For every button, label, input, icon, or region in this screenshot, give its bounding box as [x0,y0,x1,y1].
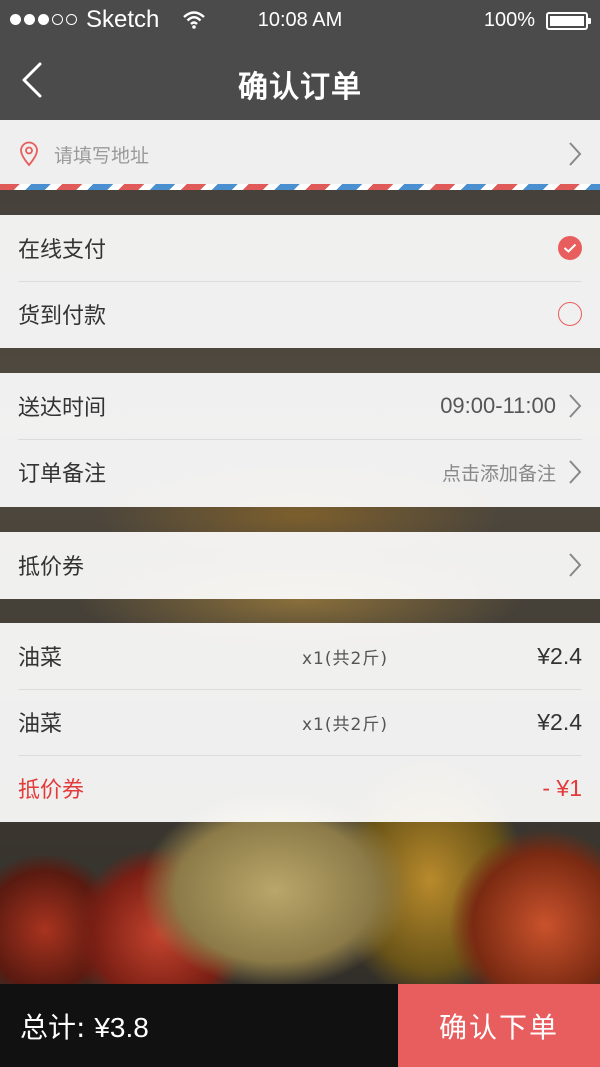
chevron-right-icon [569,142,582,166]
unchecked-radio-icon[interactable] [558,302,582,326]
payment-option-label: 在线支付 [18,238,107,263]
delivery-section: 送达时间 09:00-11:00 订单备注 点击添加备注 [0,373,600,507]
address-placeholder: 请填写地址 [54,144,150,167]
item-quantity: x1(共2斤) [302,714,388,735]
total-label: 总计: [20,1011,86,1044]
page-title: 确认订单 [238,70,362,105]
chevron-right-icon [569,460,582,484]
battery-percentage: 100% [483,9,535,31]
order-note-row[interactable]: 订单备注 点击添加备注 [0,439,600,505]
address-row[interactable]: 请填写地址 [0,120,600,188]
payment-section: 在线支付 货到付款 [0,215,600,348]
coupon-label: 抵价券 [18,555,85,580]
chevron-right-icon [569,553,582,577]
list-item: 油菜 x1(共2斤) ¥2.4 [0,623,600,689]
item-price: ¥2.4 [537,708,582,735]
payment-option-online[interactable]: 在线支付 [0,215,600,281]
order-total: 总计: ¥3.8 [20,1006,149,1046]
airmail-border [0,184,600,190]
discount-amount: - ¥1 [542,774,582,801]
battery-icon [546,12,591,30]
total-amount: ¥3.8 [94,1012,149,1043]
checkout-bar: 总计: ¥3.8 确认下单 [0,984,600,1067]
order-note-label: 订单备注 [18,462,107,487]
list-item: 油菜 x1(共2斤) ¥2.4 [0,689,600,755]
address-section: 请填写地址 [0,120,600,190]
item-price: ¥2.4 [537,642,582,669]
delivery-time-value: 09:00-11:00 [440,393,556,418]
discount-row: 抵价券 - ¥1 [0,755,600,821]
coupon-row[interactable]: 抵价券 [0,532,600,598]
nav-bar: 确认订单 [0,40,600,120]
payment-option-label: 货到付款 [18,304,107,329]
order-note-hint: 点击添加备注 [441,462,556,485]
order-items-section: 油菜 x1(共2斤) ¥2.4 油菜 x1(共2斤) ¥2.4 抵价券 - ¥1 [0,623,600,822]
item-quantity: x1(共2斤) [302,648,388,669]
discount-label: 抵价券 [18,778,85,803]
delivery-time-row[interactable]: 送达时间 09:00-11:00 [0,373,600,439]
payment-option-cod[interactable]: 货到付款 [0,281,600,347]
checked-radio-icon[interactable] [558,236,582,260]
coupon-section: 抵价券 [0,532,600,599]
chevron-right-icon [569,394,582,418]
delivery-time-label: 送达时间 [18,396,107,421]
item-name: 油菜 [18,646,63,671]
item-name: 油菜 [18,712,63,737]
submit-order-button[interactable]: 确认下单 [398,984,600,1067]
location-pin-icon [20,141,38,167]
status-bar: Sketch 10:08 AM 100% [0,0,600,40]
